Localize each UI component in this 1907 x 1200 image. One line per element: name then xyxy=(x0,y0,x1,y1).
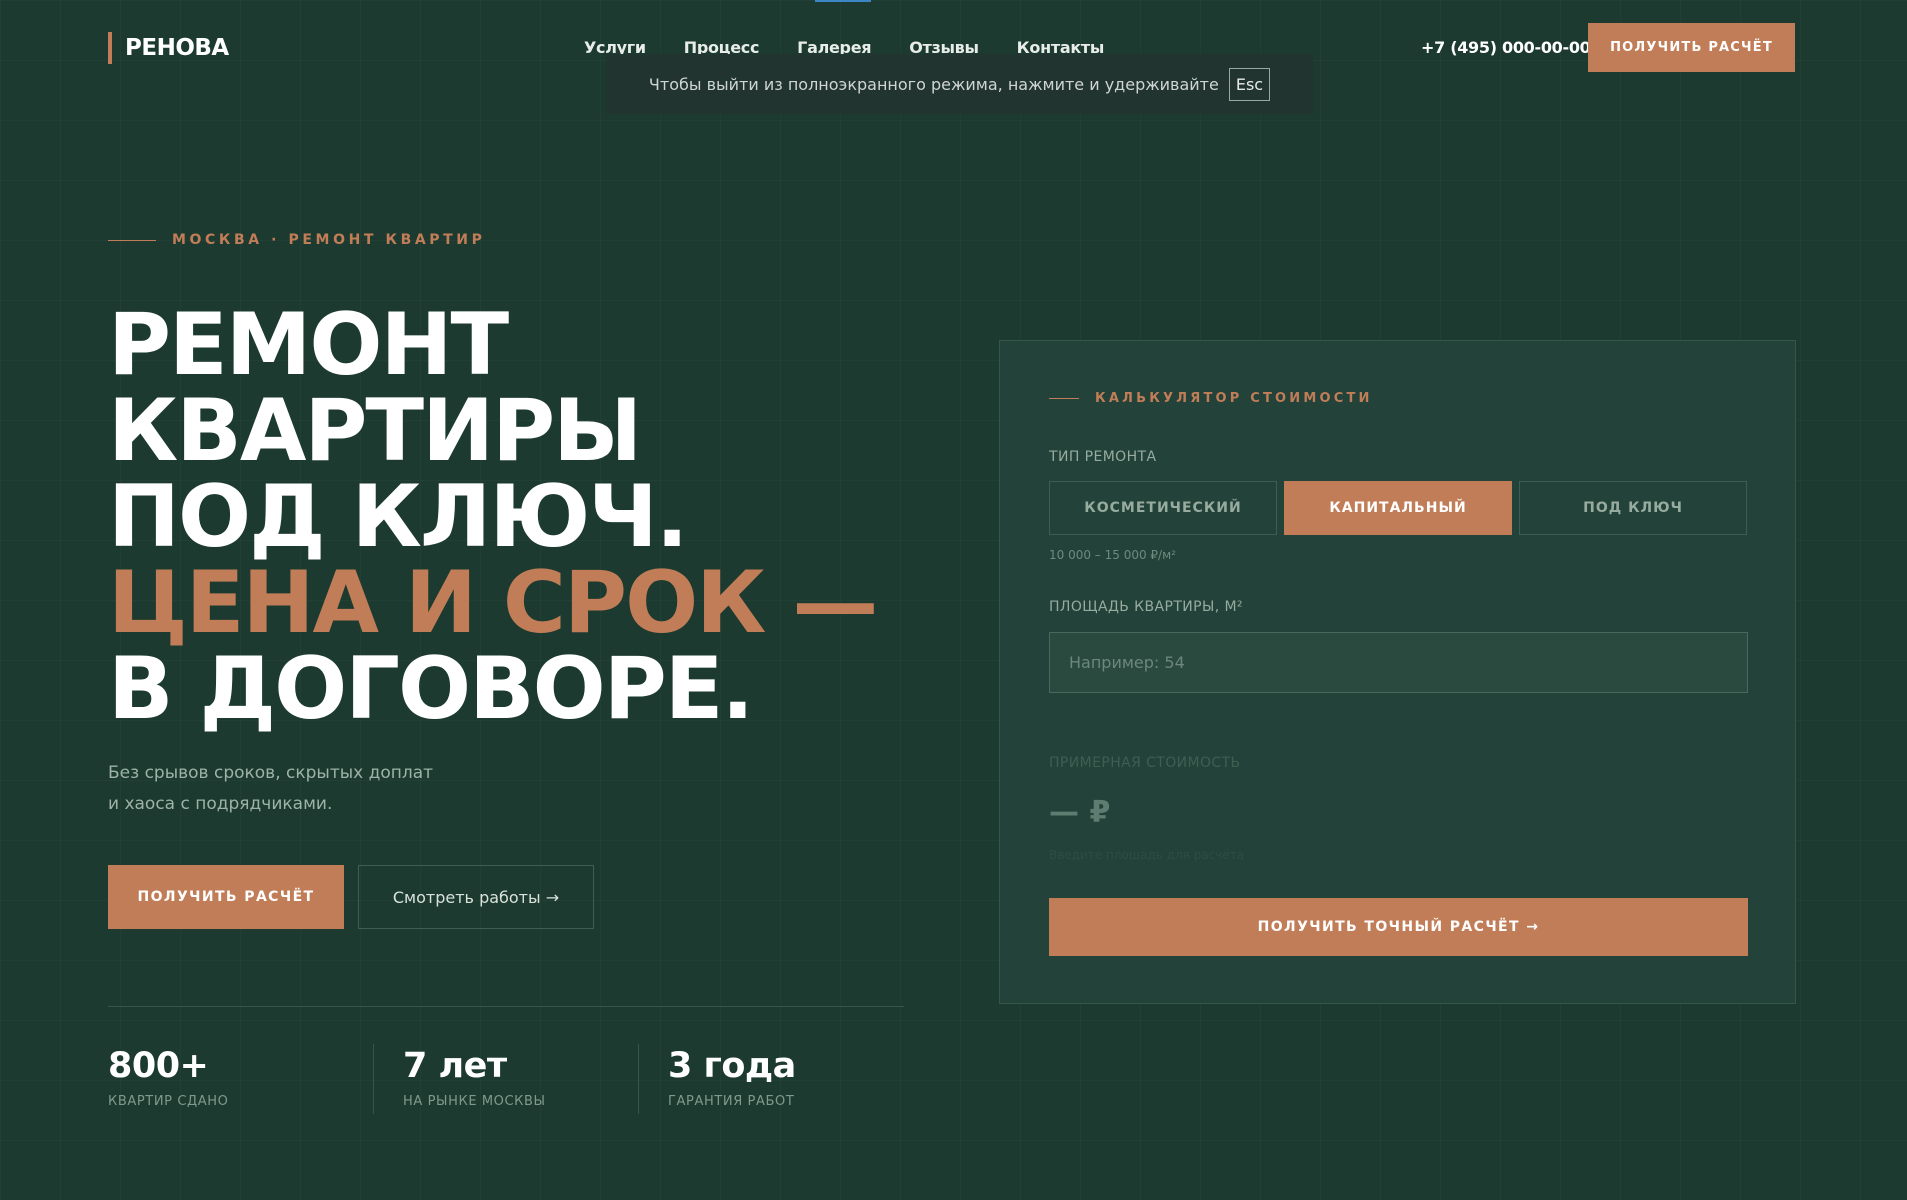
area-input[interactable] xyxy=(1049,632,1748,693)
calculator-eyebrow: калькулятор стоимости xyxy=(1049,391,1373,406)
repair-type-label: Тип ремонта xyxy=(1049,449,1157,465)
page: РЕНОВА Услуги Процесс Галерея Отзывы Кон… xyxy=(0,0,1907,1200)
stats-divider xyxy=(108,1006,904,1007)
estimate-hint: Введите площадь для расчёта xyxy=(1049,848,1245,862)
eyebrow-line xyxy=(108,239,156,241)
stat-label: гарантия работ xyxy=(668,1094,795,1109)
stat-label: на рынке Москвы xyxy=(403,1094,546,1109)
headline-line-3: под ключ. xyxy=(108,467,688,567)
hero-eyebrow-text: Москва · ремонт квартир xyxy=(172,232,486,248)
stat-value: 3 года xyxy=(668,1046,796,1086)
hero-subtitle: Без срывов сроков, скрытых доплат и хаос… xyxy=(108,758,508,820)
fullscreen-notice-text: Чтобы выйти из полноэкранного режима, на… xyxy=(648,74,1219,94)
hero-eyebrow: Москва · ремонт квартир xyxy=(108,232,485,248)
stat-label: квартир сдано xyxy=(108,1094,229,1109)
estimate-value: — ₽ xyxy=(1049,795,1111,830)
repair-type-cosmetic[interactable]: косметический xyxy=(1049,481,1277,535)
hero-subtitle-line-2: и хаоса с подрядчиками. xyxy=(108,794,333,814)
header-get-quote-button[interactable]: получить расчёт xyxy=(1588,23,1795,72)
price-range-hint: 10 000 – 15 000 ₽/м² xyxy=(1049,548,1176,562)
fullscreen-exit-notice: Чтобы выйти из полноэкранного режима, на… xyxy=(606,54,1313,114)
stat-separator xyxy=(373,1044,374,1114)
headline-line-1: Ремонт xyxy=(108,295,509,395)
stat-warranty: 3 года гарантия работ xyxy=(668,1044,796,1109)
stat-years: 7 лет на рынке Москвы xyxy=(403,1044,546,1109)
stat-value: 7 лет xyxy=(403,1046,507,1086)
headline-accent-line: Цена и срок — xyxy=(108,553,878,653)
cost-calculator: калькулятор стоимости Тип ремонта космет… xyxy=(999,340,1796,1004)
repair-type-options: косметический капитальный под ключ xyxy=(1049,481,1747,535)
headline-line-2: квартиры xyxy=(108,381,642,481)
hero-get-quote-button[interactable]: получить расчёт xyxy=(108,865,344,929)
logo[interactable]: РЕНОВА xyxy=(108,32,229,64)
eyebrow-line xyxy=(1049,398,1079,399)
esc-key-badge: Esc xyxy=(1228,67,1271,101)
calculator-title: калькулятор стоимости xyxy=(1095,391,1373,406)
stat-value: 800+ xyxy=(108,1046,209,1086)
area-label: Площадь квартиры, м² xyxy=(1049,599,1243,615)
repair-type-turnkey[interactable]: под ключ xyxy=(1519,481,1747,535)
repair-type-capital[interactable]: капитальный xyxy=(1284,481,1512,535)
hero-subtitle-line-1: Без срывов сроков, скрытых доплат xyxy=(108,763,434,783)
estimate-label: Примерная стоимость xyxy=(1049,755,1241,771)
hero-headline: Ремонт квартиры под ключ. Цена и срок — … xyxy=(108,302,928,732)
stat-separator xyxy=(638,1044,639,1114)
phone-link[interactable]: +7 (495) 000-00-00 xyxy=(1421,37,1591,59)
view-works-button[interactable]: Смотреть работы → xyxy=(358,865,594,929)
stat-apartments: 800+ квартир сдано xyxy=(108,1044,228,1109)
get-exact-quote-button[interactable]: получить точный расчёт → xyxy=(1049,898,1748,956)
top-accent-bar xyxy=(815,0,871,2)
headline-last-line: в договоре. xyxy=(108,639,754,739)
